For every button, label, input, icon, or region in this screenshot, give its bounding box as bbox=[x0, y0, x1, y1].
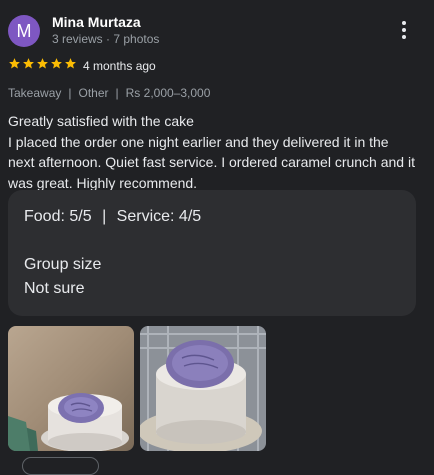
attribute-divider: | bbox=[115, 86, 119, 100]
cake-photo-2[interactable] bbox=[140, 326, 266, 451]
star-icon bbox=[9, 58, 20, 69]
review-attributes: Takeaway | Other | Rs 2,000–3,000 bbox=[8, 86, 210, 100]
attribute-meal-type: Other bbox=[78, 86, 109, 100]
reviewer-stats: 3 reviews · 7 photos bbox=[52, 32, 160, 46]
service-rating: Service: 4/5 bbox=[116, 208, 202, 225]
star-rating bbox=[8, 57, 77, 70]
food-service-ratings: Food: 5/5 | Service: 4/5 bbox=[24, 208, 201, 226]
avatar[interactable]: M bbox=[8, 15, 40, 47]
group-size-value: Not sure bbox=[24, 280, 85, 297]
like-button[interactable] bbox=[22, 457, 99, 475]
star-icon bbox=[65, 58, 76, 69]
group-size-label: Group size bbox=[24, 256, 102, 273]
star-icon bbox=[51, 58, 62, 69]
review-details-box: Food: 5/5 | Service: 4/5 Group size Not … bbox=[8, 190, 416, 316]
star-icon bbox=[23, 58, 34, 69]
more-options-icon[interactable] bbox=[396, 18, 412, 42]
star-icon bbox=[37, 58, 48, 69]
reviewer-name[interactable]: Mina Murtaza bbox=[52, 14, 141, 30]
rating-divider: | bbox=[102, 208, 107, 225]
food-rating: Food: 5/5 bbox=[24, 208, 92, 225]
attribute-price: Rs 2,000–3,000 bbox=[125, 86, 211, 100]
attribute-divider: | bbox=[68, 86, 72, 100]
review-card: M Mina Murtaza 3 reviews · 7 photos 4 mo… bbox=[0, 0, 434, 475]
cake-photo-1[interactable] bbox=[8, 326, 134, 451]
review-body: I placed the order one night earlier and… bbox=[8, 133, 415, 191]
review-time: 4 months ago bbox=[83, 59, 156, 73]
review-headline: Greatly satisfied with the cake bbox=[8, 113, 194, 129]
review-text: Greatly satisfied with the cake I placed… bbox=[8, 111, 418, 193]
attribute-service-type: Takeaway bbox=[8, 86, 62, 100]
